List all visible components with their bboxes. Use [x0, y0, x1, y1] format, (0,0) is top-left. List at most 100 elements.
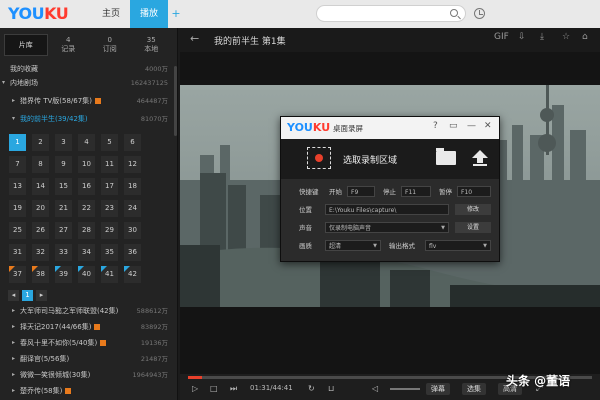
episode-button[interactable]: 7 [9, 156, 26, 173]
gif-icon[interactable]: GIF [494, 32, 509, 42]
home-icon[interactable]: ⌂ [582, 32, 588, 42]
tree-item[interactable]: ▾ 内地剧场 162437125 [0, 76, 172, 90]
save-icon[interactable]: ⤓ [540, 32, 544, 42]
tree-item[interactable]: ▸ 楚乔传(58集) [0, 384, 172, 398]
episode-button[interactable]: 3 [55, 134, 72, 151]
add-tab-button[interactable]: + [170, 0, 182, 28]
episode-button[interactable]: 14 [32, 178, 49, 195]
episode-button[interactable]: 16 [78, 178, 95, 195]
tree-item[interactable]: 我的收藏 4000万 [0, 62, 172, 76]
episode-button[interactable]: 6 [124, 134, 141, 151]
episode-select-button[interactable]: 选集 [462, 383, 486, 395]
episode-button[interactable]: 11 [101, 156, 118, 173]
youku-logo[interactable]: YOUKU [8, 4, 69, 23]
episode-button[interactable]: 1 [9, 134, 26, 151]
episode-button[interactable]: 18 [124, 178, 141, 195]
episode-button[interactable]: 35 [101, 244, 118, 261]
tree-item[interactable]: ▸ 翻译官(5/56集) 21487万 [0, 352, 172, 366]
episode-button[interactable]: 30 [124, 222, 141, 239]
audio-select[interactable]: 仅录制电脑声音 ▼ [325, 222, 449, 233]
history-icon[interactable] [474, 8, 485, 19]
select-area-button[interactable] [307, 147, 331, 169]
minimize-icon[interactable]: — [467, 121, 476, 131]
help-icon[interactable]: ? [433, 121, 438, 131]
tree-item[interactable]: ▸ 春风十里不如你(5/40集) 19136万 [0, 336, 172, 350]
danmaku-button[interactable]: 弹幕 [426, 383, 450, 395]
episode-button[interactable]: 39 [55, 266, 72, 283]
tree-item[interactable]: ▾ 我的前半生(39/42集) 81070万 [0, 112, 172, 126]
tree-item[interactable]: ▸ 大军师司马懿之军师联盟(42集) 588612万 [0, 304, 172, 318]
episode-button[interactable]: 15 [55, 178, 72, 195]
episode-button[interactable]: 20 [32, 200, 49, 217]
episode-button[interactable]: 8 [32, 156, 49, 173]
episode-button[interactable]: 19 [9, 200, 26, 217]
select-area-label[interactable]: 选取录制区域 [343, 153, 397, 166]
episode-button[interactable]: 23 [101, 200, 118, 217]
volume-icon[interactable]: ◁ [372, 384, 378, 393]
episode-button[interactable]: 29 [101, 222, 118, 239]
download-icon[interactable]: ⇩ [518, 32, 526, 42]
sidebar-tab[interactable]: 0 订阅 [89, 34, 131, 56]
episode-button[interactable]: 25 [9, 222, 26, 239]
episode-button[interactable]: 40 [78, 266, 95, 283]
start-key-field[interactable]: F9 [347, 186, 375, 197]
prev-page-button[interactable]: ◂ [8, 290, 19, 301]
episode-button[interactable]: 21 [55, 200, 72, 217]
loop-icon[interactable]: ↻ [308, 384, 315, 393]
search-input[interactable] [325, 6, 453, 21]
next-icon[interactable]: ⏭ [230, 384, 237, 394]
episode-button[interactable]: 33 [55, 244, 72, 261]
episode-button[interactable]: 24 [124, 200, 141, 217]
feedback-icon[interactable]: ▭ [449, 121, 458, 131]
episode-button[interactable]: 34 [78, 244, 95, 261]
tree-item[interactable]: ▸ 择天记2017(44/66集) 83892万 [0, 320, 172, 334]
sidebar-tab[interactable]: 4 记录 [48, 34, 90, 56]
volume-slider[interactable] [390, 388, 420, 390]
close-icon[interactable]: ✕ [484, 121, 492, 131]
tab-play[interactable]: 播放 [130, 0, 168, 28]
episode-button[interactable]: 38 [32, 266, 49, 283]
search-box[interactable] [316, 5, 466, 22]
stop-icon[interactable]: □ [210, 384, 218, 393]
episode-button[interactable]: 31 [9, 244, 26, 261]
modify-location-button[interactable]: 修改 [455, 204, 491, 215]
episode-button[interactable]: 9 [55, 156, 72, 173]
episode-button[interactable]: 12 [124, 156, 141, 173]
upload-icon[interactable] [471, 149, 489, 167]
episode-button[interactable]: 2 [32, 134, 49, 151]
sidebar-tab[interactable]: 片库 [4, 34, 48, 56]
stop-key-field[interactable]: F11 [401, 186, 431, 197]
tree-item[interactable]: ▸ 微微一笑很倾城(30集) 1964943万 [0, 368, 172, 382]
episode-button[interactable]: 13 [9, 178, 26, 195]
episode-button[interactable]: 28 [78, 222, 95, 239]
episode-button[interactable]: 37 [9, 266, 26, 283]
next-page-button[interactable]: ▸ [36, 290, 47, 301]
episode-button[interactable]: 10 [78, 156, 95, 173]
episode-button[interactable]: 41 [101, 266, 118, 283]
back-icon[interactable]: ← [190, 32, 199, 45]
episode-button[interactable]: 4 [78, 134, 95, 151]
episode-button[interactable]: 17 [101, 178, 118, 195]
sidebar-scrollbar[interactable] [174, 66, 177, 136]
episode-button[interactable]: 22 [78, 200, 95, 217]
episode-button[interactable]: 42 [124, 266, 141, 283]
pause-key-field[interactable]: F10 [457, 186, 491, 197]
quality-select[interactable]: 超清 ▼ [325, 240, 381, 251]
folder-icon[interactable] [436, 148, 456, 165]
favorite-icon[interactable]: ☆ [562, 32, 570, 42]
speed-icon[interactable]: ⊔ [328, 384, 334, 393]
episode-button[interactable]: 36 [124, 244, 141, 261]
tab-home[interactable]: 主页 [92, 0, 130, 28]
sidebar-tab[interactable]: 35 本地 [131, 34, 173, 56]
episode-button[interactable]: 32 [32, 244, 49, 261]
format-select[interactable]: flv ▼ [425, 240, 491, 251]
location-field[interactable]: E:\Youku Files\capture\ [325, 204, 449, 215]
tree-item[interactable]: ▸ 猎界传 TV版(58/67集) 464487万 [0, 94, 172, 108]
episode-button[interactable]: 26 [32, 222, 49, 239]
page-button[interactable]: 1 [22, 290, 33, 301]
episode-button[interactable]: 5 [101, 134, 118, 151]
audio-settings-button[interactable]: 设置 [455, 222, 491, 233]
search-icon[interactable] [450, 9, 458, 17]
play-icon[interactable]: ▷ [192, 384, 198, 393]
episode-button[interactable]: 27 [55, 222, 72, 239]
